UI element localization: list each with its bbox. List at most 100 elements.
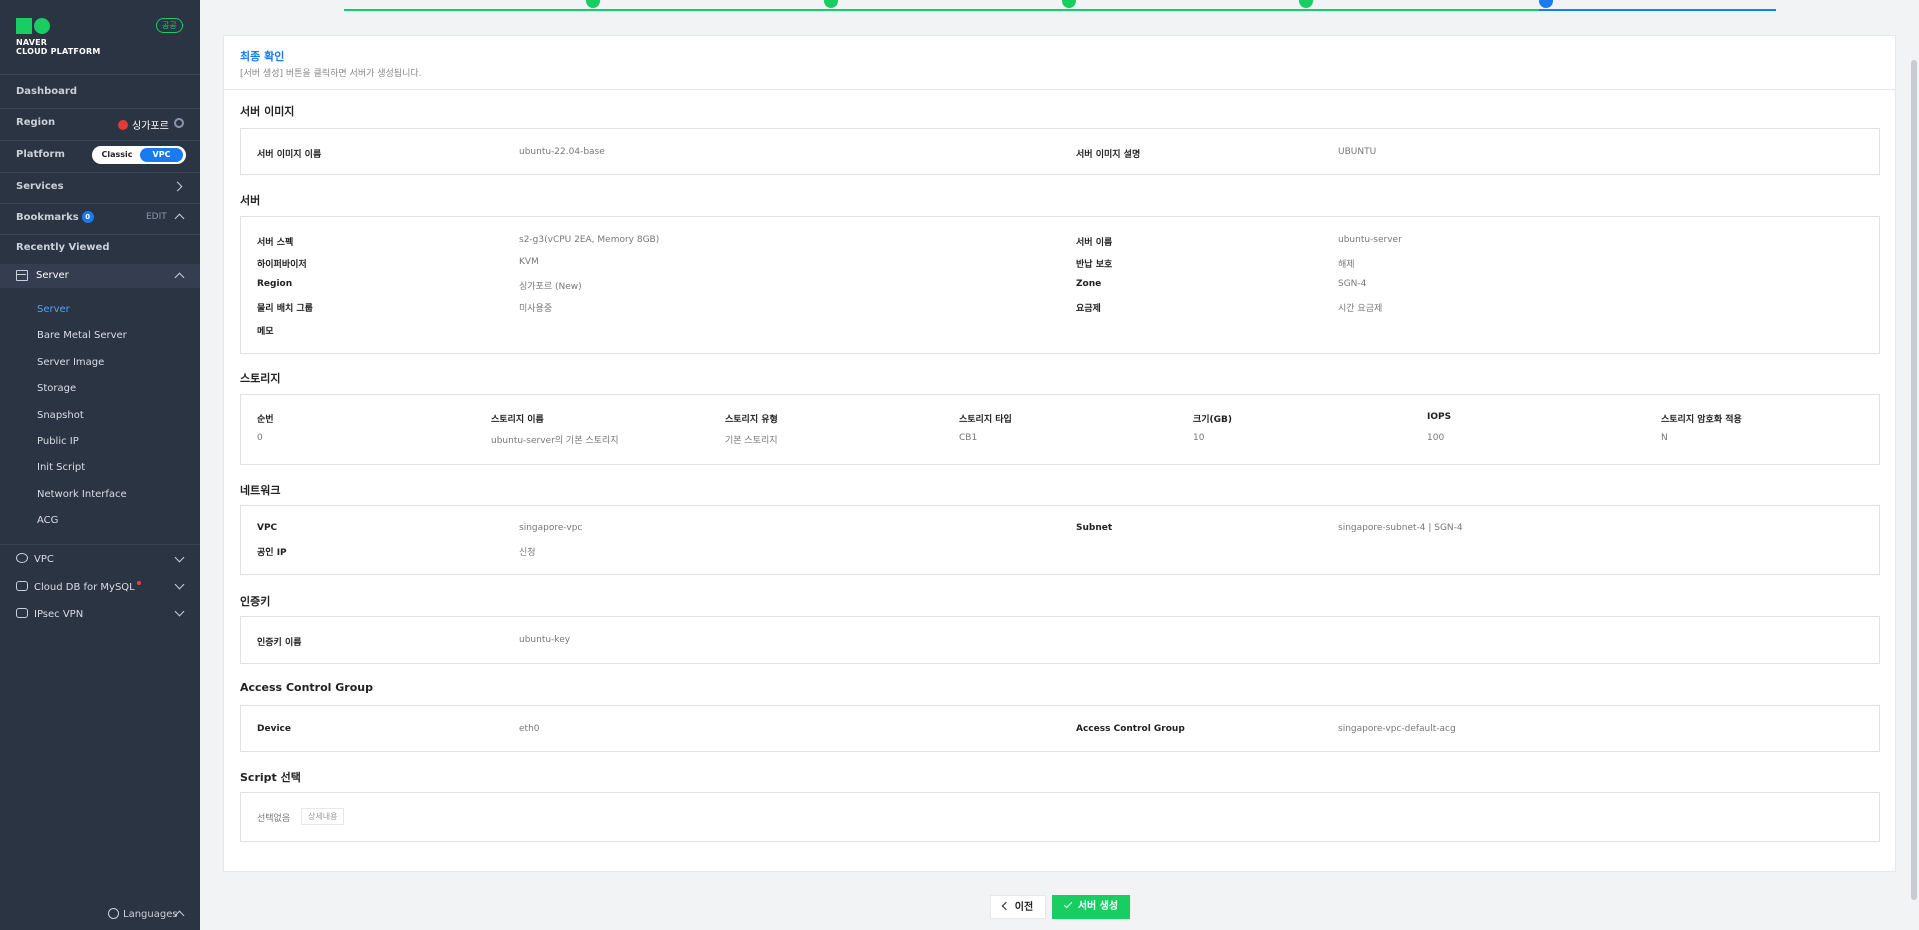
chevron-down-icon[interactable] (174, 606, 185, 617)
gear-icon[interactable] (174, 118, 184, 128)
table-cell: ubuntu-server의 기본 스토리지 (491, 436, 619, 446)
sidebar: NAVER CLOUD PLATFORM 공공 Dashboard Region… (0, 0, 200, 930)
bookmarks-label: Bookmarks (16, 212, 79, 223)
table-header: 순번 (257, 415, 274, 425)
platform-classic-option[interactable]: Classic (95, 148, 139, 162)
server-group-label: Server (36, 270, 69, 281)
memo-label: 메모 (257, 327, 274, 337)
sidebar-recently-viewed[interactable]: Recently Viewed (16, 242, 109, 253)
platform-label: Platform (16, 149, 65, 160)
region-field-label: Region (257, 279, 293, 289)
section-title-storage: 스토리지 (240, 372, 281, 385)
script-box: 선택없음 상세내용 (240, 792, 1880, 842)
sidebar-item-network-interface[interactable]: Network Interface (37, 489, 127, 500)
chevron-right-icon (172, 181, 183, 192)
prev-button[interactable]: 이전 (990, 895, 1046, 919)
logo-mark (16, 18, 101, 34)
section-title-server-image: 서버 이미지 (240, 105, 295, 118)
zone-label: Zone (1076, 279, 1102, 289)
device-label: Device (257, 724, 291, 734)
section-title-network: 네트워크 (240, 484, 281, 497)
hypervisor-label: 하이퍼바이저 (257, 260, 307, 270)
script-detail-button[interactable]: 상세내용 (301, 808, 345, 825)
acg-value: singapore-vpc-default-acg (1338, 724, 1456, 734)
divider (0, 140, 200, 141)
vpc-icon (16, 553, 28, 563)
sidebar-item-server[interactable]: Server (37, 304, 70, 315)
cloud-db-group-label: Cloud DB for MySQL (34, 582, 135, 593)
acg-label: Access Control Group (1076, 724, 1185, 734)
auth-key-name-value: ubuntu-key (519, 635, 571, 645)
region-value: 싱가포르 (132, 121, 169, 132)
table-header: 스토리지 암호화 적용 (1661, 415, 1742, 425)
sidebar-group-vpc[interactable]: VPC (16, 553, 54, 565)
logo-line1: NAVER (16, 38, 48, 47)
sidebar-item-bare-metal-server[interactable]: Bare Metal Server (37, 330, 127, 341)
chevron-up-icon (174, 272, 185, 283)
sidebar-bookmarks[interactable]: Bookmarks 0 (16, 211, 94, 223)
table-cell: N (1661, 433, 1668, 443)
sidebar-services[interactable]: Services (16, 181, 64, 192)
subnet-label: Subnet (1076, 523, 1113, 533)
section-title-acg: Access Control Group (240, 681, 373, 694)
table-header: 스토리지 타입 (959, 415, 1012, 425)
server-image-name-value: ubuntu-22.04-base (519, 147, 605, 157)
sidebar-group-cloud-db[interactable]: Cloud DB for MySQL (16, 581, 141, 593)
ipsec-vpn-group-label: IPsec VPN (34, 609, 84, 620)
sidebar-item-init-script[interactable]: Init Script (37, 462, 85, 473)
table-cell: 10 (1193, 433, 1205, 443)
server-image-box: 서버 이미지 이름 ubuntu-22.04-base 서버 이미지 설명 UB… (240, 128, 1880, 175)
chevron-down-icon[interactable] (174, 579, 185, 590)
server-spec-label: 서버 스펙 (257, 238, 294, 248)
sidebar-item-storage[interactable]: Storage (37, 383, 76, 394)
sidebar-item-server-image[interactable]: Server Image (37, 357, 104, 368)
vpn-icon (16, 608, 28, 618)
bookmarks-edit-button[interactable]: EDIT (146, 212, 167, 222)
region-selector[interactable]: 싱가포르 (118, 117, 169, 132)
database-icon (16, 581, 28, 591)
vpc-label: VPC (257, 523, 278, 533)
divider (0, 108, 200, 109)
platform-vpc-option[interactable]: VPC (140, 148, 183, 162)
chevron-down-icon[interactable] (174, 552, 185, 563)
server-icon (16, 270, 28, 281)
stepper-line-current (1539, 9, 1776, 11)
sidebar-group-server[interactable]: Server (0, 264, 200, 288)
card-header: 최종 확인 [서버 생성] 버튼을 클릭하면 서버가 생성됩니다. (224, 36, 1897, 90)
sidebar-item-public-ip[interactable]: Public IP (37, 436, 79, 447)
return-protection-label: 반납 보호 (1076, 260, 1113, 270)
subnet-value: singapore-subnet-4 | SGN-4 (1338, 523, 1463, 533)
progress-stepper (344, 0, 1776, 12)
server-image-desc-label: 서버 이미지 설명 (1076, 150, 1141, 160)
platform-toggle[interactable]: Classic VPC (92, 146, 186, 164)
languages-selector[interactable]: Languages (108, 908, 178, 920)
divider (0, 74, 200, 75)
stepper-line-done (344, 9, 1539, 11)
sidebar-group-ipsec-vpn[interactable]: IPsec VPN (16, 608, 83, 620)
table-header: 스토리지 이름 (491, 415, 544, 425)
placement-group-value: 미사용중 (519, 304, 553, 314)
step-current-icon (1539, 0, 1553, 8)
table-header: 크기(GB) (1193, 415, 1233, 425)
network-box: VPC singapore-vpc 공인 IP 신청 Subnet singap… (240, 505, 1880, 575)
section-title-script: Script 선택 (240, 771, 301, 784)
zone-value: SGN-4 (1338, 279, 1367, 289)
sidebar-dashboard[interactable]: Dashboard (16, 86, 77, 97)
hypervisor-value: KVM (519, 257, 539, 267)
table-cell: 0 (257, 433, 263, 443)
create-server-button-label: 서버 생성 (1077, 901, 1119, 912)
singapore-flag-icon (118, 120, 128, 130)
sidebar-item-snapshot[interactable]: Snapshot (37, 410, 84, 421)
billing-plan-label: 요금제 (1076, 304, 1101, 314)
table-cell: 기본 스토리지 (725, 436, 778, 446)
divider (0, 172, 200, 173)
prev-button-label: 이전 (1014, 902, 1034, 913)
scrollbar[interactable] (1911, 60, 1917, 900)
create-server-button[interactable]: 서버 생성 (1052, 895, 1130, 919)
table-header: IOPS (1427, 412, 1452, 422)
region-label: Region (16, 117, 56, 128)
naver-cloud-logo[interactable]: NAVER CLOUD PLATFORM (16, 18, 101, 56)
sidebar-item-acg[interactable]: ACG (37, 515, 58, 526)
divider (0, 234, 200, 235)
chevron-up-icon[interactable] (174, 213, 185, 224)
